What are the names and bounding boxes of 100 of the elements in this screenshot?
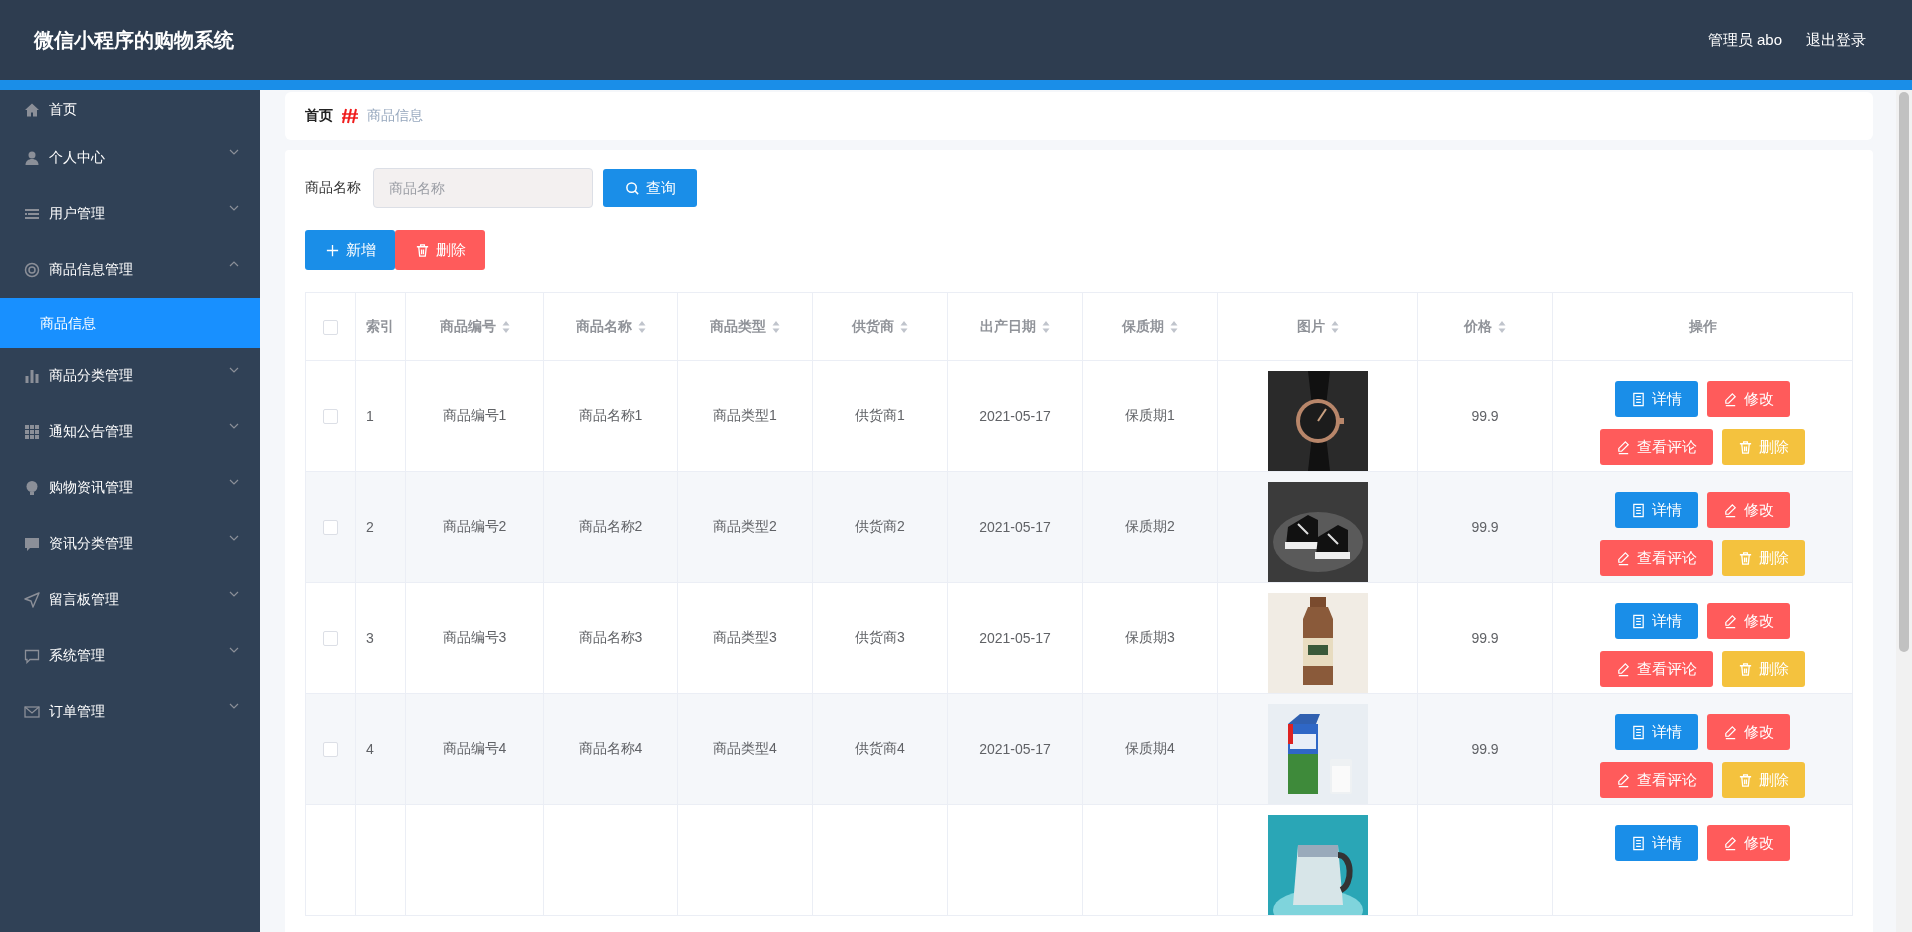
- view-comments-button[interactable]: 查看评论: [1600, 762, 1713, 798]
- table-cell: 供货商2: [855, 518, 905, 534]
- details-button[interactable]: 详情: [1615, 603, 1698, 639]
- pencil-icon: [1723, 835, 1738, 851]
- column-header[interactable]: 图片: [1296, 317, 1339, 336]
- table-cell: 商品名称4: [578, 740, 643, 756]
- sidebar-item[interactable]: 通知公告管理: [0, 404, 260, 460]
- table-cell: 保质期3: [1125, 629, 1175, 645]
- row-checkbox[interactable]: [323, 631, 338, 647]
- grid-icon: [24, 424, 40, 440]
- delete-button[interactable]: 删除: [1722, 762, 1805, 798]
- details-button[interactable]: 详情: [1615, 825, 1698, 861]
- breadcrumb-home-link[interactable]: 首页: [305, 107, 333, 125]
- pencil-icon: [1723, 391, 1738, 407]
- sidebar-item[interactable]: 个人中心: [0, 130, 260, 186]
- edit-button[interactable]: 修改: [1707, 381, 1790, 417]
- table-cell: 保质期4: [1125, 740, 1175, 756]
- table-cell: 商品名称2: [578, 518, 643, 534]
- sort-icon: [1042, 319, 1050, 334]
- table-cell: 商品类型1: [713, 407, 777, 423]
- price-cell: 99.9: [1471, 519, 1499, 535]
- edit-button[interactable]: 修改: [1707, 825, 1790, 861]
- breadcrumb-current: 商品信息: [367, 107, 423, 125]
- sort-icon: [1330, 319, 1339, 334]
- column-header[interactable]: 保质期: [1122, 317, 1178, 336]
- column-header[interactable]: 商品名称: [575, 317, 646, 336]
- sidebar-item[interactable]: 购物资讯管理: [0, 460, 260, 516]
- sidebar-item[interactable]: 资讯分类管理: [0, 516, 260, 572]
- delete-button[interactable]: 删除: [1722, 429, 1805, 465]
- column-header[interactable]: 出产日期: [980, 317, 1050, 336]
- document-icon: [1631, 613, 1646, 629]
- table-cell: 供货商3: [855, 629, 905, 645]
- table-cell: 商品类型2: [713, 518, 777, 534]
- trash-icon: [1738, 550, 1753, 566]
- row-checkbox[interactable]: [323, 520, 338, 536]
- table-cell: 保质期1: [1125, 407, 1175, 423]
- search-icon: [624, 180, 640, 196]
- column-header[interactable]: 商品编号: [439, 317, 510, 336]
- sidebar-item[interactable]: 首页: [0, 90, 260, 130]
- bar-chart-icon: [24, 368, 40, 384]
- details-button[interactable]: 详情: [1615, 714, 1698, 750]
- table-cell: 保质期2: [1125, 518, 1175, 534]
- logout-link[interactable]: 退出登录: [1806, 30, 1866, 50]
- table-cell: 2021-05-17: [979, 630, 1051, 646]
- table-cell: 商品名称3: [578, 629, 643, 645]
- table-cell: 商品编号1: [442, 407, 507, 423]
- sidebar-item[interactable]: 商品信息管理: [0, 242, 260, 298]
- column-header[interactable]: 价格: [1464, 317, 1506, 336]
- details-button[interactable]: 详情: [1615, 381, 1698, 417]
- price-cell: 99.9: [1471, 630, 1499, 646]
- row-checkbox[interactable]: [323, 742, 338, 758]
- sort-icon: [637, 319, 646, 334]
- scrollbar-thumb[interactable]: [1899, 92, 1909, 652]
- edit-button[interactable]: 修改: [1707, 603, 1790, 639]
- chat-icon: [24, 536, 40, 552]
- price-cell: 99.9: [1471, 408, 1499, 424]
- table-cell: 2021-05-17: [979, 408, 1051, 424]
- pencil-icon: [1616, 550, 1631, 566]
- delete-button[interactable]: 删除: [395, 230, 485, 270]
- delete-button[interactable]: 删除: [1722, 651, 1805, 687]
- home-icon: [24, 102, 40, 118]
- trash-icon: [1738, 772, 1753, 788]
- submenu-item[interactable]: 商品信息: [0, 298, 260, 348]
- column-header[interactable]: 商品类型: [710, 317, 780, 336]
- price-cell: 99.9: [1471, 741, 1499, 757]
- pencil-icon: [1723, 613, 1738, 629]
- view-comments-button[interactable]: 查看评论: [1600, 540, 1713, 576]
- search-field[interactable]: 商品名称: [373, 168, 593, 208]
- document-icon: [1631, 835, 1646, 851]
- document-icon: [1631, 724, 1646, 740]
- table-cell: 4: [366, 741, 374, 757]
- app-title: 微信小程序的购物系统: [34, 27, 234, 53]
- table-cell: 供货商1: [855, 407, 905, 423]
- table-cell: 1: [366, 408, 374, 424]
- sidebar-item[interactable]: 订单管理: [0, 684, 260, 740]
- table-cell: 2021-05-17: [979, 519, 1051, 535]
- sidebar-item[interactable]: 用户管理: [0, 186, 260, 242]
- row-checkbox[interactable]: [323, 409, 338, 425]
- view-comments-button[interactable]: 查看评论: [1600, 429, 1713, 465]
- list-icon: [24, 206, 40, 222]
- table-cell: 供货商4: [855, 740, 905, 756]
- delete-button[interactable]: 删除: [1722, 540, 1805, 576]
- table-cell: 3: [366, 630, 374, 646]
- table-cell: 商品名称1: [578, 407, 643, 423]
- search-button[interactable]: 查询: [603, 169, 697, 207]
- bulb-icon: [24, 480, 40, 496]
- sidebar-item[interactable]: 系统管理: [0, 628, 260, 684]
- view-comments-button[interactable]: 查看评论: [1600, 651, 1713, 687]
- scrollbar[interactable]: [1896, 90, 1912, 932]
- column-header[interactable]: 供货商: [852, 317, 908, 336]
- pencil-icon: [1723, 502, 1738, 518]
- plus-icon: [324, 242, 340, 258]
- sidebar-item[interactable]: 商品分类管理: [0, 348, 260, 404]
- edit-button[interactable]: 修改: [1707, 492, 1790, 528]
- add-button[interactable]: 新增: [305, 230, 395, 270]
- details-button[interactable]: 详情: [1615, 492, 1698, 528]
- edit-button[interactable]: 修改: [1707, 714, 1790, 750]
- select-all-checkbox[interactable]: [323, 319, 338, 335]
- sidebar-item[interactable]: 留言板管理: [0, 572, 260, 628]
- table-cell: 商品类型3: [713, 629, 777, 645]
